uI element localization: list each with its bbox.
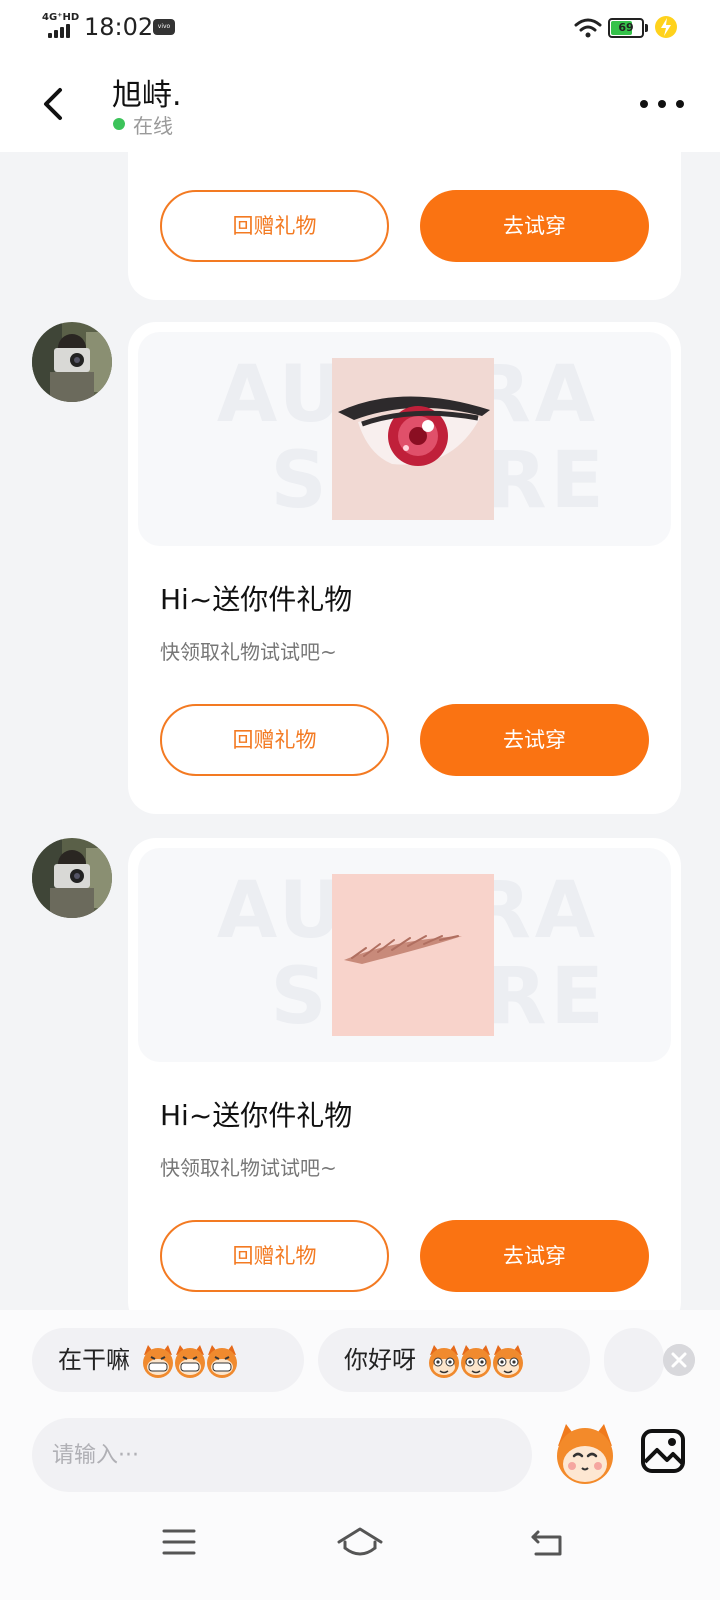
clock: 18:02	[84, 13, 154, 41]
avatar-photo	[32, 322, 112, 402]
return-gift-button[interactable]: 回赠礼物	[160, 704, 389, 776]
quick-reply-text: 在干嘛	[58, 1346, 130, 1374]
signal-bar	[60, 27, 64, 38]
dot-icon	[640, 100, 648, 108]
gift-preview[interactable]: AU RA S RE	[138, 848, 671, 1062]
more-options-button[interactable]	[640, 94, 686, 114]
eyebrow-gift-image	[332, 874, 494, 1036]
gift-card-subtitle: 快领取礼物试试吧~	[160, 640, 337, 664]
gift-message-card: 回赠礼物 去试穿	[128, 152, 681, 300]
try-on-button[interactable]: 去试穿	[420, 704, 649, 776]
grinning-mascot-icon	[142, 1345, 237, 1378]
system-navigation-bar	[0, 1516, 720, 1600]
close-icon[interactable]	[663, 1344, 695, 1376]
message-input[interactable]	[52, 1418, 512, 1492]
carrier-badge: vivo	[153, 19, 175, 35]
chat-header: 旭峙. 在线	[0, 56, 720, 152]
signal-bar	[54, 30, 58, 38]
gift-preview[interactable]: AU RA S RE	[138, 332, 671, 546]
battery-level: 69	[618, 21, 634, 34]
quick-reply-chip[interactable]	[604, 1328, 664, 1392]
home-icon[interactable]	[336, 1526, 384, 1560]
contact-name[interactable]: 旭峙.	[112, 70, 182, 114]
gift-card-title: Hi~送你件礼物	[160, 583, 353, 616]
online-status-dot	[113, 118, 125, 130]
message-list[interactable]: 回赠礼物 去试穿 AU RA S RE Hi~送你件礼物 快领取礼物试试吧~ 回…	[0, 152, 720, 1310]
presence-label: 在线	[133, 114, 173, 138]
signal-bar	[48, 33, 52, 38]
gift-message-card: AU RA S RE Hi~送你件礼物 快领取礼物试试吧~ 回赠礼物 去试穿	[128, 838, 681, 1310]
dot-icon	[658, 100, 666, 108]
battery-cap	[645, 24, 648, 32]
avatar-photo	[32, 838, 112, 918]
wifi-icon	[574, 18, 602, 38]
charging-icon	[655, 16, 677, 38]
message-input-container	[32, 1418, 532, 1492]
network-label: 4G⁺HD	[42, 12, 80, 23]
sender-avatar[interactable]	[32, 322, 112, 402]
return-gift-button[interactable]: 回赠礼物	[160, 190, 389, 262]
status-bar: 4G⁺HD 18:02 vivo 69	[0, 0, 720, 56]
recents-menu-icon[interactable]	[162, 1528, 196, 1556]
gift-card-subtitle: 快领取礼物试试吧~	[160, 1156, 337, 1180]
dot-icon	[676, 100, 684, 108]
smiling-mascot-icon	[428, 1345, 523, 1378]
image-picker-icon[interactable]	[640, 1428, 686, 1474]
gift-card-title: Hi~送你件礼物	[160, 1099, 353, 1132]
battery-icon: 69	[608, 18, 644, 38]
network-indicator: 4G⁺HD	[40, 12, 80, 40]
quick-reply-chip[interactable]: 你好呀	[318, 1328, 590, 1392]
quick-reply-chip[interactable]: 在干嘛	[32, 1328, 304, 1392]
sticker-mascot-icon[interactable]	[552, 1416, 618, 1488]
return-gift-button[interactable]: 回赠礼物	[160, 1220, 389, 1292]
sender-avatar[interactable]	[32, 838, 112, 918]
eye-gift-image	[332, 358, 494, 520]
back-nav-icon[interactable]	[530, 1528, 564, 1558]
try-on-button[interactable]: 去试穿	[420, 1220, 649, 1292]
signal-bar	[66, 24, 70, 38]
gift-message-card: AU RA S RE Hi~送你件礼物 快领取礼物试试吧~ 回赠礼物 去试穿	[128, 322, 681, 814]
try-on-button[interactable]: 去试穿	[420, 190, 649, 262]
quick-reply-text: 你好呀	[344, 1346, 416, 1374]
back-button[interactable]	[36, 82, 72, 126]
